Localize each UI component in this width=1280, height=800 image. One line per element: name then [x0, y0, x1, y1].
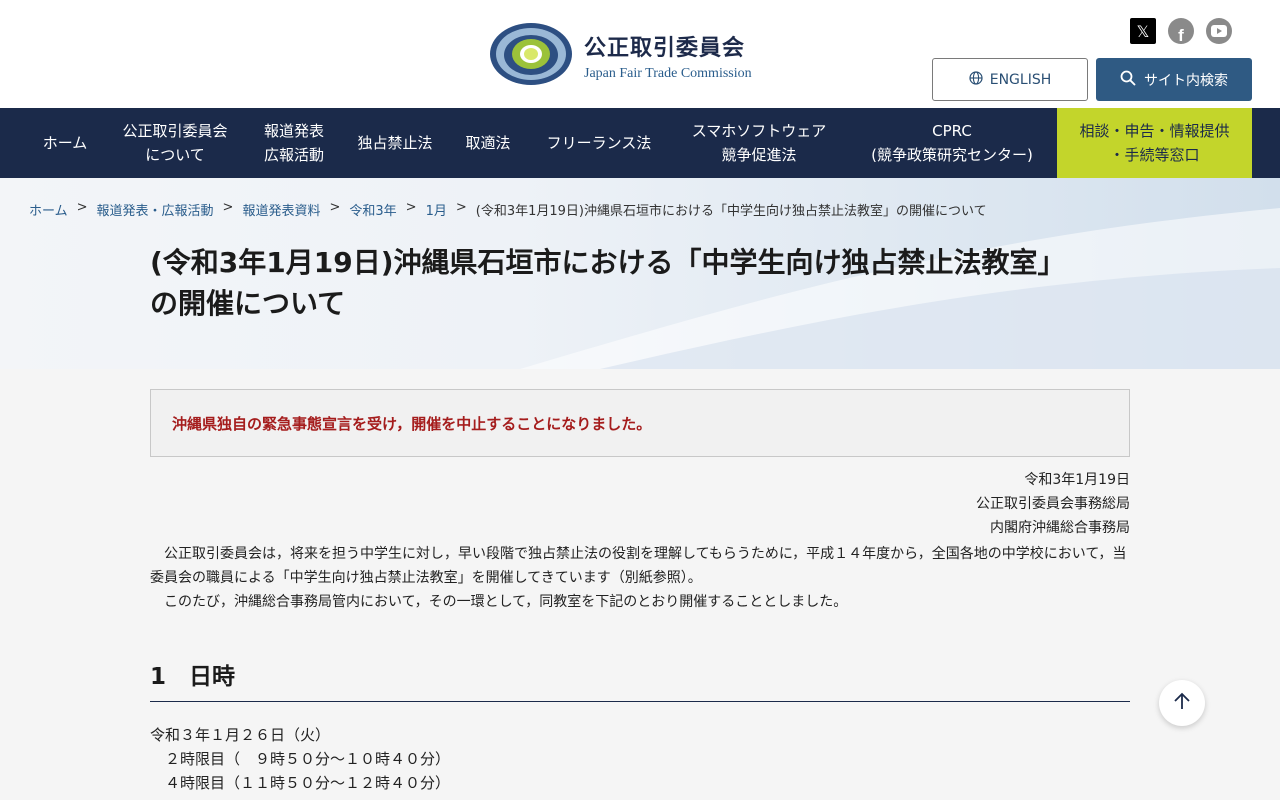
nav-item-label: 独占禁止法	[357, 134, 433, 152]
nav-item-label: ・手続等窓口	[1109, 146, 1200, 164]
nav-item-consultation[interactable]: 相談・申告・情報提供 ・手続等窓口	[1057, 108, 1252, 178]
back-to-top-button[interactable]	[1159, 680, 1205, 726]
breadcrumb-separator: >	[76, 200, 88, 215]
notice-text: 沖縄県独自の緊急事態宣言を受け，開催を中止することになりました。	[172, 415, 652, 433]
english-button-label: ENGLISH	[989, 71, 1052, 88]
breadcrumb-separator: >	[455, 200, 467, 215]
issuer-jftc: 公正取引委員会事務総局	[976, 496, 1130, 512]
schedule-line: ２時限目（ ９時５０分～１０時４０分）	[150, 750, 451, 768]
english-button[interactable]: ENGLISH	[932, 58, 1088, 101]
breadcrumb-separator: >	[405, 200, 417, 215]
search-icon	[1120, 70, 1136, 90]
page-title-line: (令和3年1月19日)沖縄県石垣市における「中学生向け独占禁止法教室」	[150, 246, 1066, 279]
body-paragraph: 公正取引委員会は，将来を担う中学生に対し，早い段階で独占禁止法の役割を理解しても…	[150, 546, 1127, 586]
release-date: 令和3年1月19日	[1024, 472, 1130, 488]
arrow-up-icon	[1173, 691, 1191, 715]
page-title-line: の開催について	[150, 287, 346, 320]
nav-item-about[interactable]: 公正取引委員会 について	[108, 108, 242, 178]
breadcrumb-separator: >	[329, 200, 341, 215]
nav-item-label: (競争政策研究センター)	[871, 146, 1033, 164]
breadcrumb-link[interactable]: 令和3年	[349, 200, 396, 219]
nav-item-label: 取適法	[465, 134, 511, 152]
nav-item-label: について	[145, 146, 205, 164]
breadcrumb-separator: >	[222, 200, 234, 215]
schedule-line: 令和３年１月２６日（火）	[150, 726, 331, 744]
facebook-icon[interactable]: f	[1168, 18, 1194, 44]
nav-item-antimonopoly-act[interactable]: 独占禁止法	[346, 108, 444, 178]
page-header: ホーム > 報道発表・広報活動 > 報道発表資料 > 令和3年 > 1月 > (…	[0, 178, 1280, 369]
site-header: 公正取引委員会 Japan Fair Trade Commission 𝕏 f …	[0, 0, 1280, 108]
search-button-label: サイト内検索	[1144, 72, 1228, 89]
section-divider	[150, 701, 1130, 702]
body-paragraph: このたび，沖縄総合事務局管内において，その一環として，同教室を下記のとおり開催す…	[150, 594, 848, 610]
breadcrumb-current: (令和3年1月19日)沖縄県石垣市における「中学生向け独占禁止法教室」の開催につ…	[475, 204, 987, 219]
schedule-line: ４時限目（１１時５０分～１２時４０分）	[150, 774, 451, 792]
nav-item-freelance-act[interactable]: フリーランス法	[532, 108, 666, 178]
nav-item-label: 相談・申告・情報提供	[1079, 122, 1230, 140]
breadcrumb-link[interactable]: 報道発表資料	[242, 200, 320, 219]
x-icon[interactable]: 𝕏	[1130, 18, 1156, 44]
nav-item-label: ホーム	[42, 134, 88, 152]
breadcrumb: ホーム > 報道発表・広報活動 > 報道発表資料 > 令和3年 > 1月 > (…	[29, 200, 987, 219]
breadcrumb-link[interactable]: 1月	[426, 200, 447, 219]
nav-item-subcontract-act[interactable]: 取適法	[454, 108, 522, 178]
nav-item-label: 競争促進法	[721, 146, 797, 164]
breadcrumb-link[interactable]: 報道発表・広報活動	[97, 200, 214, 219]
site-name-jp[interactable]: 公正取引委員会	[584, 30, 745, 62]
nav-item-label: スマホソフトウェア	[691, 122, 827, 140]
nav-item-label: フリーランス法	[546, 134, 652, 152]
site-name-en[interactable]: Japan Fair Trade Commission	[584, 66, 752, 82]
nav-item-press[interactable]: 報道発表 広報活動	[248, 108, 340, 178]
nav-item-label: 広報活動	[263, 146, 324, 164]
globe-icon	[969, 70, 983, 89]
nav-item-label: CPRC	[932, 122, 972, 140]
jftc-logo-icon[interactable]	[489, 22, 573, 86]
cancellation-notice: 沖縄県独自の緊急事態宣言を受け，開催を中止することになりました。	[150, 389, 1130, 457]
page-title: (令和3年1月19日)沖縄県石垣市における「中学生向け独占禁止法教室」 の開催に…	[150, 242, 1130, 324]
youtube-icon[interactable]	[1206, 18, 1232, 44]
nav-item-label: 報道発表	[263, 122, 324, 140]
nav-item-cprc[interactable]: CPRC (競争政策研究センター)	[852, 108, 1052, 178]
global-nav: ホーム 公正取引委員会 について 報道発表 広報活動 独占禁止法 取適法 フリー…	[0, 108, 1280, 178]
issuer-okinawa: 内閣府沖縄総合事務局	[990, 520, 1130, 536]
site-search-button[interactable]: サイト内検索	[1096, 58, 1252, 101]
section-heading-datetime: 1 日時	[150, 664, 236, 690]
nav-item-smartphone-act[interactable]: スマホソフトウェア 競争促進法	[674, 108, 844, 178]
nav-item-home[interactable]: ホーム	[28, 108, 102, 178]
breadcrumb-link[interactable]: ホーム	[29, 200, 68, 219]
nav-item-label: 公正取引委員会	[122, 122, 228, 140]
